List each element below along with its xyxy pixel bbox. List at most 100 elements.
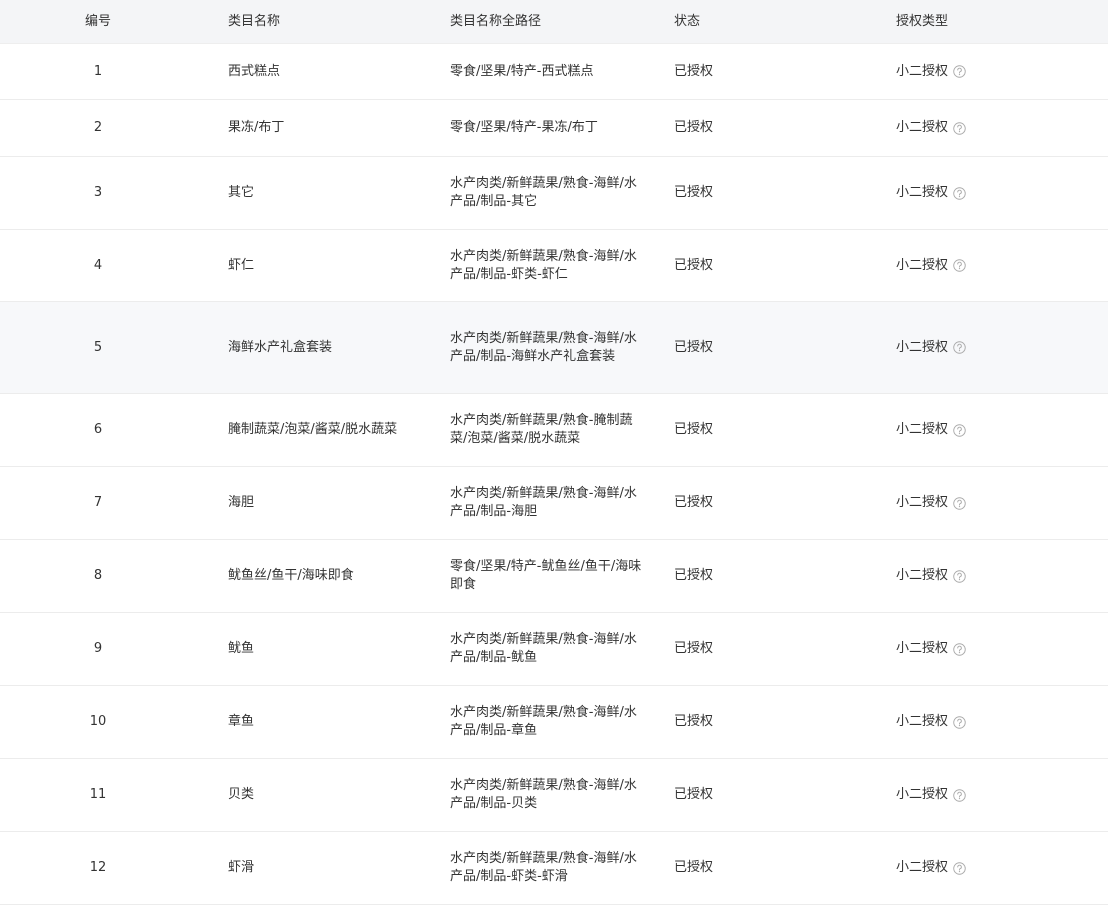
auth-type-wrap: 小二授权: [896, 184, 966, 202]
question-circle-icon[interactable]: [953, 715, 966, 729]
cell-num: 2: [0, 100, 196, 156]
cell-status: 已授权: [674, 467, 854, 539]
cell-num-text: 5: [93, 339, 103, 355]
cell-num: 12: [0, 832, 196, 904]
cell-path: 水产肉类/新鲜蔬果/熟食-海鲜/水产品/制品-其它: [450, 157, 646, 229]
question-circle-icon[interactable]: [953, 423, 966, 437]
cell-name: 虾滑: [228, 832, 428, 904]
cell-path-text: 水产肉类/新鲜蔬果/熟食-海鲜/水产品/制品-其它: [450, 176, 637, 209]
table-row[interactable]: 2 果冻/布丁 零食/坚果/特产-果冻/布丁 已授权 小二授权: [0, 100, 1108, 157]
cell-path-text: 水产肉类/新鲜蔬果/熟食-海鲜/水产品/制品-鱿鱼: [450, 632, 637, 665]
cell-num: 10: [0, 686, 196, 758]
cell-status: 已授权: [674, 686, 854, 758]
question-circle-icon[interactable]: [953, 341, 966, 354]
auth-type-label: 小二授权: [896, 860, 949, 875]
table-row[interactable]: 1 西式糕点 零食/坚果/特产-西式糕点 已授权 小二授权: [0, 44, 1108, 100]
cell-status-text: 已授权: [674, 63, 714, 79]
cell-num: 4: [0, 230, 196, 301]
cell-path: 水产肉类/新鲜蔬果/熟食-海鲜/水产品/制品-鱿鱼: [450, 613, 646, 685]
cell-auth-type: 小二授权: [896, 467, 1096, 539]
auth-type-wrap: 小二授权: [896, 257, 966, 275]
cell-name: 鱿鱼丝/鱼干/海味即食: [228, 540, 428, 612]
cell-name-text: 虾滑: [228, 860, 255, 875]
cell-status-text: 已授权: [674, 787, 714, 802]
table-row[interactable]: 6 腌制蔬菜/泡菜/酱菜/脱水蔬菜 水产肉类/新鲜蔬果/熟食-腌制蔬菜/泡菜/酱菜/…: [0, 394, 1108, 467]
cell-path-text: 零食/坚果/特产-果冻/布丁: [450, 120, 598, 135]
auth-type-wrap: 小二授权: [896, 494, 966, 512]
cell-status-text: 已授权: [674, 339, 714, 355]
cell-path: 水产肉类/新鲜蔬果/熟食-海鲜/水产品/制品-海鲜水产礼盒套装: [450, 302, 646, 393]
question-circle-icon[interactable]: [953, 259, 966, 272]
cell-status-text: 已授权: [674, 641, 714, 656]
cell-num-text: 11: [89, 787, 107, 802]
cell-name-text: 贝类: [228, 787, 255, 802]
cell-num: 8: [0, 540, 196, 612]
question-circle-icon[interactable]: [953, 569, 966, 583]
cell-num: 1: [0, 44, 196, 99]
table-row[interactable]: 3 其它 水产肉类/新鲜蔬果/熟食-海鲜/水产品/制品-其它 已授权 小二授权: [0, 157, 1108, 230]
table-header: 编号 类目名称 类目名称全路径 状态 授权类型: [0, 0, 1108, 44]
cell-name-text: 其它: [228, 185, 255, 200]
cell-name: 其它: [228, 157, 428, 229]
table-row[interactable]: 8 鱿鱼丝/鱼干/海味即食 零食/坚果/特产-鱿鱼丝/鱼干/海味即食 已授权 小二授权: [0, 540, 1108, 613]
auth-type-label: 小二授权: [896, 63, 949, 79]
column-header-name: 类目名称: [228, 13, 281, 29]
cell-auth-type: 小二授权: [896, 44, 1096, 99]
cell-status: 已授权: [674, 44, 854, 99]
cell-name: 贝类: [228, 759, 428, 831]
auth-type-label: 小二授权: [896, 185, 949, 200]
cell-path: 零食/坚果/特产-果冻/布丁: [450, 100, 646, 156]
cell-status-text: 已授权: [674, 257, 714, 273]
cell-name: 海鲜水产礼盒套装: [228, 302, 428, 393]
cell-path: 水产肉类/新鲜蔬果/熟食-海鲜/水产品/制品-贝类: [450, 759, 646, 831]
cell-auth-type: 小二授权: [896, 686, 1096, 758]
cell-name-text: 果冻/布丁: [228, 120, 285, 135]
column-header-auth-type: 授权类型: [896, 13, 949, 29]
question-circle-icon[interactable]: [953, 496, 966, 510]
question-circle-icon[interactable]: [953, 642, 966, 656]
auth-type-label: 小二授权: [896, 568, 949, 583]
cell-status-text: 已授权: [674, 860, 714, 875]
question-circle-icon[interactable]: [953, 65, 966, 78]
cell-name: 腌制蔬菜/泡菜/酱菜/脱水蔬菜: [228, 394, 428, 466]
cell-path-text: 水产肉类/新鲜蔬果/熟食-海鲜/水产品/制品-虾类-虾滑: [450, 851, 637, 884]
cell-status: 已授权: [674, 157, 854, 229]
question-circle-icon[interactable]: [953, 788, 966, 802]
cell-auth-type: 小二授权: [896, 100, 1096, 156]
cell-path-text: 零食/坚果/特产-鱿鱼丝/鱼干/海味即食: [450, 559, 642, 592]
question-circle-icon[interactable]: [953, 861, 966, 875]
cell-status-text: 已授权: [674, 568, 714, 583]
cell-name: 果冻/布丁: [228, 100, 428, 156]
table-row[interactable]: 10 章鱼 水产肉类/新鲜蔬果/熟食-海鲜/水产品/制品-章鱼 已授权 小二授权: [0, 686, 1108, 759]
auth-type-wrap: 小二授权: [896, 640, 966, 658]
cell-path-text: 水产肉类/新鲜蔬果/熟食-海鲜/水产品/制品-虾类-虾仁: [450, 248, 637, 282]
table-row[interactable]: 4 虾仁 水产肉类/新鲜蔬果/熟食-海鲜/水产品/制品-虾类-虾仁 已授权 小二授权: [0, 230, 1108, 302]
cell-status: 已授权: [674, 100, 854, 156]
auth-type-wrap: 小二授权: [896, 786, 966, 804]
table-row[interactable]: 7 海胆 水产肉类/新鲜蔬果/熟食-海鲜/水产品/制品-海胆 已授权 小二授权: [0, 467, 1108, 540]
cell-path-text: 水产肉类/新鲜蔬果/熟食-海鲜/水产品/制品-章鱼: [450, 705, 637, 738]
auth-type-wrap: 小二授权: [896, 63, 966, 81]
cell-status: 已授权: [674, 394, 854, 466]
cell-num-text: 8: [93, 568, 103, 583]
auth-type-label: 小二授权: [896, 257, 949, 273]
cell-num-text: 6: [93, 422, 103, 437]
table-row[interactable]: 11 贝类 水产肉类/新鲜蔬果/熟食-海鲜/水产品/制品-贝类 已授权 小二授权: [0, 759, 1108, 832]
cell-num-text: 4: [93, 257, 103, 273]
cell-num-text: 12: [89, 860, 107, 875]
cell-name-text: 西式糕点: [228, 63, 281, 79]
cell-name-text: 鱿鱼: [228, 641, 255, 656]
column-header-path: 类目名称全路径: [450, 13, 542, 29]
cell-path-text: 零食/坚果/特产-西式糕点: [450, 63, 594, 79]
table-row[interactable]: 9 鱿鱼 水产肉类/新鲜蔬果/熟食-海鲜/水产品/制品-鱿鱼 已授权 小二授权: [0, 613, 1108, 686]
cell-status: 已授权: [674, 759, 854, 831]
table-row[interactable]: 12 虾滑 水产肉类/新鲜蔬果/熟食-海鲜/水产品/制品-虾类-虾滑 已授权 小二授权: [0, 832, 1108, 905]
cell-path: 水产肉类/新鲜蔬果/熟食-海鲜/水产品/制品-章鱼: [450, 686, 646, 758]
cell-name-text: 章鱼: [228, 714, 255, 729]
question-circle-icon[interactable]: [953, 186, 966, 200]
cell-status: 已授权: [674, 613, 854, 685]
table-row[interactable]: 5 海鲜水产礼盒套装 水产肉类/新鲜蔬果/熟食-海鲜/水产品/制品-海鲜水产礼盒套装…: [0, 302, 1108, 394]
question-circle-icon[interactable]: [953, 121, 966, 135]
cell-num-text: 7: [93, 495, 103, 510]
cell-status: 已授权: [674, 540, 854, 612]
